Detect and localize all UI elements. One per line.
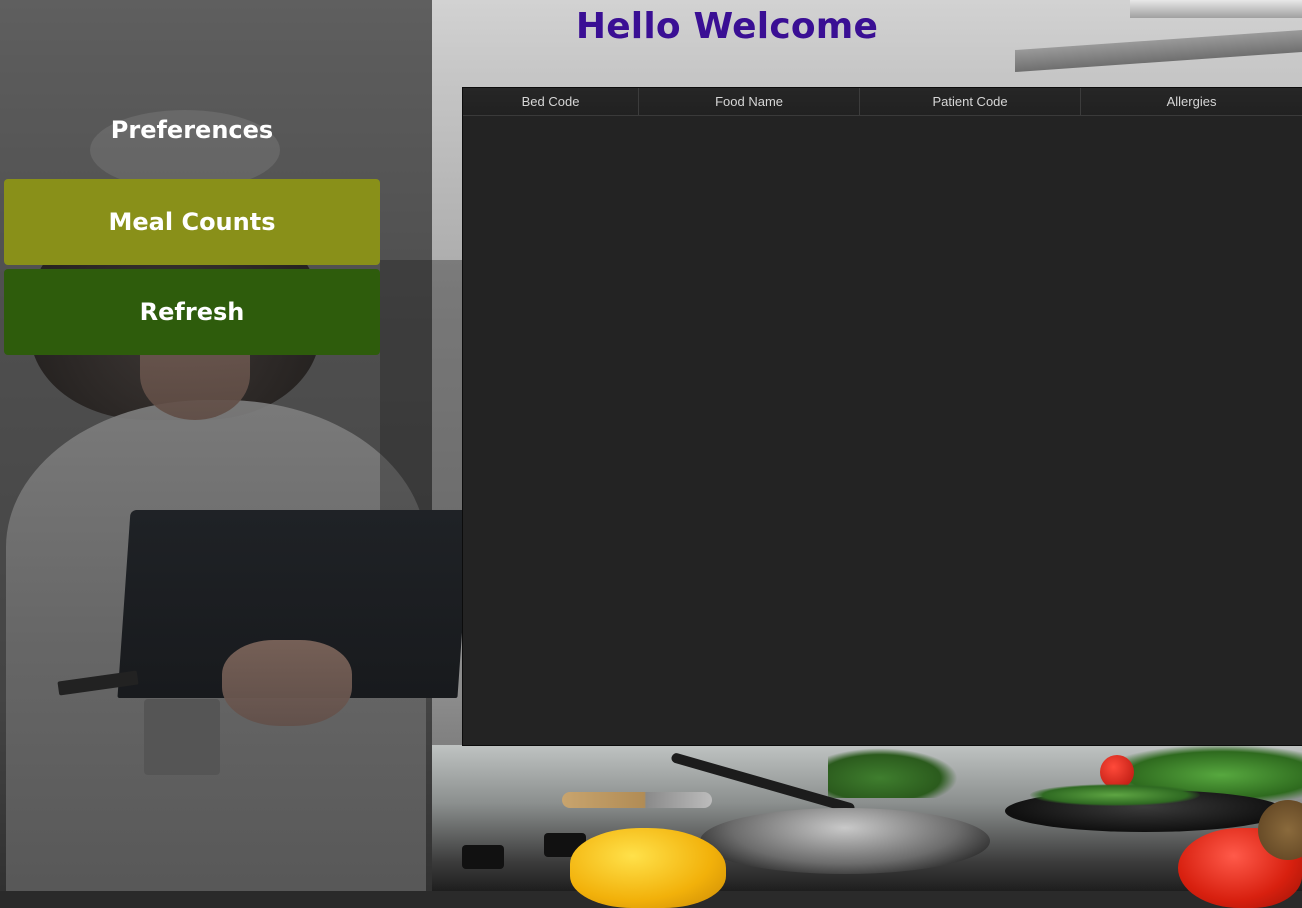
ceiling-light-fixture bbox=[1130, 0, 1302, 18]
meal-counts-button[interactable]: Meal Counts bbox=[4, 179, 380, 265]
column-header-allergies[interactable]: Allergies bbox=[1081, 88, 1302, 115]
column-header-patient-code[interactable]: Patient Code bbox=[860, 88, 1082, 115]
herbs-pot bbox=[828, 748, 958, 798]
unlabeled-square-button[interactable] bbox=[144, 699, 220, 775]
preferences-label: Preferences bbox=[110, 116, 274, 144]
stove-knob bbox=[462, 845, 504, 869]
column-header-food-name[interactable]: Food Name bbox=[639, 88, 861, 115]
pan-handle bbox=[562, 792, 712, 808]
page-title: Hello Welcome bbox=[575, 6, 879, 47]
frying-pan bbox=[700, 808, 990, 874]
hand-image bbox=[222, 640, 352, 726]
background-shadow bbox=[380, 260, 462, 510]
table-header-row: Bed Code Food Name Patient Code Allergie… bbox=[463, 88, 1302, 116]
column-header-bed-code[interactable]: Bed Code bbox=[463, 88, 640, 115]
yellow-pepper bbox=[570, 828, 726, 908]
refresh-button[interactable]: Refresh bbox=[4, 269, 380, 355]
orders-table[interactable]: Bed Code Food Name Patient Code Allergie… bbox=[462, 87, 1302, 746]
salad bbox=[1030, 784, 1200, 806]
ceiling-rail bbox=[1015, 29, 1302, 73]
